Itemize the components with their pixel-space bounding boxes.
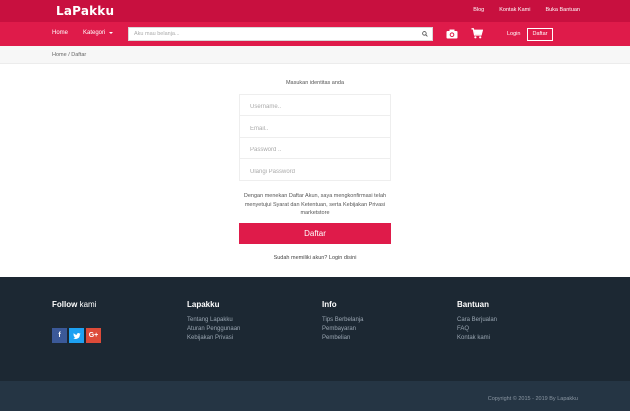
username-field[interactable] [240,97,390,117]
top-link-kontak[interactable]: Kontak Kami [499,7,530,13]
footer-follow: Follow kami [52,300,96,309]
footer-col-title: Lapakku [187,300,220,309]
copyright-text: Copyright © 2015 - 2019 By Lapakku [487,396,578,402]
submit-register-button[interactable]: Daftar [239,223,391,244]
email-field[interactable] [240,119,390,139]
terms-text: Dengan menekan Daftar Akun, saya mengkon… [243,193,387,216]
nav-kategori-dropdown[interactable]: Kategori [83,30,114,36]
form-title: Masukan identitas anda [285,80,345,86]
follow-bold: Follow [52,300,78,309]
search-icon[interactable] [422,31,428,37]
footer-link[interactable]: Aturan Penggunaan [187,326,240,334]
login-here-link[interactable]: Sudah memiliki akun? Login disini [239,255,391,261]
top-links: Blog Kontak Kami Buka Bantuan [473,7,580,13]
footer-col-title: Bantuan [457,300,489,309]
footer-link[interactable]: Pembayaran [322,326,363,334]
footer-link[interactable]: Tips Berbelanja [322,317,363,325]
email-field-wrap [240,117,390,139]
password-field-wrap [240,138,390,160]
breadcrumb-bar: Home / Daftar [0,46,630,64]
search-bar [128,27,433,41]
nav-home[interactable]: Home [52,30,68,36]
breadcrumb: Home / Daftar [52,52,87,58]
register-form [239,94,391,183]
twitter-icon[interactable] [69,328,84,343]
site-logo[interactable]: LaPakku [56,4,114,18]
top-link-bantuan[interactable]: Buka Bantuan [545,7,580,13]
top-bar: LaPakku Blog Kontak Kami Buka Bantuan [0,0,630,22]
camera-icon[interactable] [446,29,458,39]
footer-col-info: Info Tips Berbelanja Pembayaran Pembelia… [322,300,363,343]
footer-col-bantuan: Bantuan Cara Berjualan FAQ Kontak kami [457,300,497,343]
footer-link[interactable]: Tentang Lapakku [187,317,240,325]
top-link-blog[interactable]: Blog [473,7,484,13]
footer-bottom-bar: Copyright © 2015 - 2019 By Lapakku [0,381,630,411]
repeat-password-field-wrap [240,160,390,183]
footer-col-lapakku: Lapakku Tentang Lapakku Aturan Penggunaa… [187,300,240,343]
nav-kategori-label: Kategori [83,30,106,36]
footer-col-title: Info [322,300,337,309]
register-button[interactable]: Daftar [527,28,553,41]
username-field-wrap [240,95,390,117]
chevron-down-icon [109,32,114,34]
page-bottom-edge [0,411,630,420]
facebook-icon[interactable]: f [52,328,67,343]
footer-follow-heading: Follow kami [52,300,96,309]
password-field[interactable] [240,140,390,160]
search-input[interactable] [129,28,419,40]
footer-link[interactable]: Pembelian [322,335,363,343]
social-links: f G+ [52,328,101,343]
login-link[interactable]: Login [507,31,520,37]
footer-link[interactable]: Cara Berjualan [457,317,497,325]
google-plus-icon[interactable]: G+ [86,328,101,343]
repeat-password-field[interactable] [240,161,390,183]
footer-link[interactable]: Kebijakan Privasi [187,335,240,343]
footer-link[interactable]: FAQ [457,326,497,334]
cart-icon[interactable] [471,28,483,39]
footer-link[interactable]: Kontak kami [457,335,497,343]
follow-rest: kami [79,300,97,309]
